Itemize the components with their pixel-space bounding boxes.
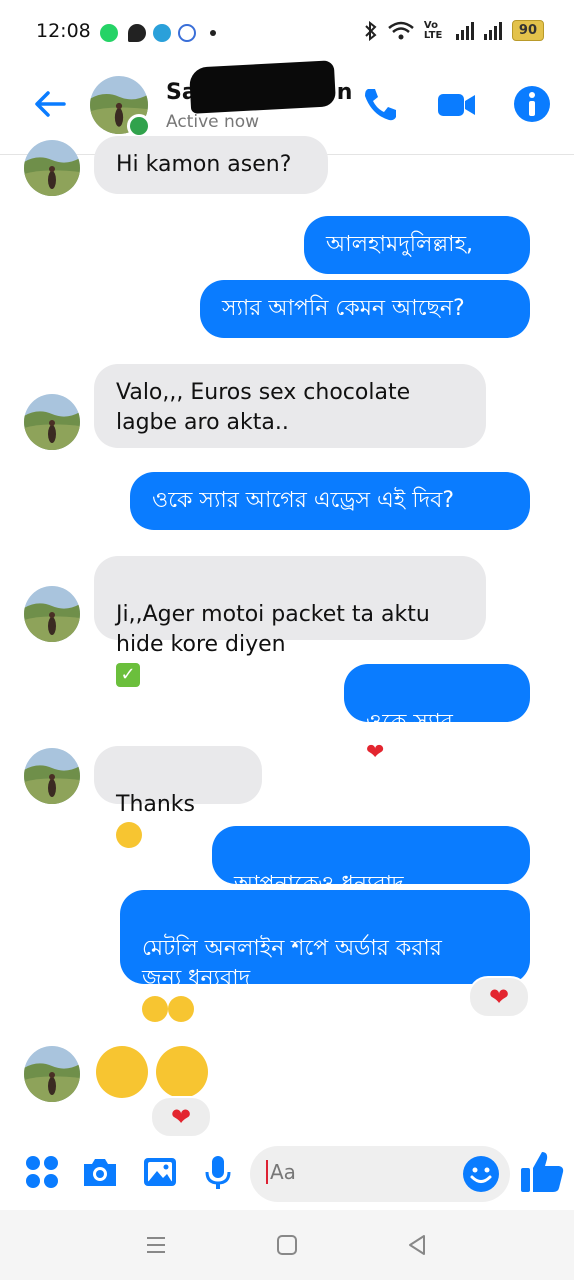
- message-outgoing[interactable]: আলহামদুলিল্লাহ,: [304, 216, 530, 274]
- heart-reaction[interactable]: ❤: [468, 976, 530, 1018]
- message-input-placeholder: Aa: [266, 1160, 296, 1184]
- message-incoming[interactable]: Hi kamon asen?: [94, 136, 328, 194]
- message-text: Ji,,Ager motoi packet ta aktu hide kore …: [116, 602, 430, 657]
- messenger-status-icon: [178, 24, 196, 42]
- smiling-emoji-icon: [156, 1046, 208, 1098]
- message-outgoing[interactable]: আপনাকেও ধন্যবাদ ❤❤: [212, 826, 530, 927]
- wifi-icon: [388, 21, 414, 39]
- active-status: Active now: [166, 112, 260, 132]
- video-call-icon[interactable]: [436, 84, 476, 124]
- status-time: 12:08: [36, 20, 91, 42]
- telegram-icon: [153, 24, 171, 42]
- message-outgoing[interactable]: স্যার আপনি কেমন আছেন?: [200, 280, 530, 338]
- microphone-icon[interactable]: [198, 1152, 238, 1192]
- smiling-hearts-emoji-icon: [142, 996, 168, 1022]
- red-heart-emoji-icon: ❤: [366, 740, 385, 765]
- home-icon[interactable]: [274, 1232, 300, 1258]
- sender-avatar: [24, 1046, 80, 1102]
- camera-icon[interactable]: [80, 1152, 120, 1192]
- message-text: Thanks: [116, 792, 196, 817]
- smiling-emoji-icon: [96, 1046, 148, 1098]
- message-outgoing[interactable]: মেটলি অনলাইন শপে অর্ডার করার জন্য ধন্যবা…: [120, 890, 530, 1022]
- message-text: মেটলি অনলাইন শপে অর্ডার করার জন্য ধন্যবা…: [142, 936, 442, 991]
- smiling-emoji-icon: [116, 822, 142, 848]
- back-nav-icon[interactable]: [404, 1232, 430, 1258]
- system-nav-bar: [0, 1210, 574, 1280]
- bluetooth-icon: [365, 20, 377, 41]
- online-indicator: [127, 114, 151, 138]
- message-incoming[interactable]: Ji,,Ager motoi packet ta aktu hide kore …: [94, 556, 486, 687]
- message-outgoing[interactable]: ওকে স্যার ❤: [344, 664, 530, 765]
- smiling-hearts-emoji-icon: [168, 996, 194, 1022]
- heart-reaction[interactable]: ❤: [150, 1096, 212, 1138]
- sender-avatar: [24, 394, 80, 450]
- message-input[interactable]: Aa: [250, 1146, 510, 1202]
- checkmark-emoji-icon: ✓: [116, 663, 140, 687]
- battery-indicator: 90: [511, 20, 544, 41]
- sender-avatar: [24, 140, 80, 196]
- name-redaction: [188, 60, 337, 114]
- info-icon[interactable]: [512, 84, 552, 124]
- message-incoming[interactable]: Thanks: [94, 746, 262, 848]
- sender-avatar: [24, 586, 80, 642]
- whatsapp-icon: [100, 24, 118, 42]
- signal-2-icon: [483, 21, 502, 40]
- signal-1-icon: [455, 21, 474, 40]
- message-text: ওকে স্যার: [366, 710, 453, 735]
- sender-avatar: [24, 748, 80, 804]
- apps-grid-icon[interactable]: [22, 1152, 62, 1192]
- message-incoming[interactable]: Valo,,, Euros sex chocolate lagbe aro ak…: [94, 364, 486, 448]
- message-outgoing[interactable]: ওকে স্যার আগের এড্রেস এই দিব?: [130, 472, 530, 530]
- gallery-icon[interactable]: [140, 1152, 180, 1192]
- emoji-picker-icon[interactable]: [462, 1155, 500, 1193]
- phone-call-icon[interactable]: [360, 84, 400, 124]
- thumbs-up-icon[interactable]: [518, 1148, 566, 1196]
- volte-icon: Vo LTE: [423, 19, 443, 41]
- status-bar: 12:08 Vo LTE 90: [0, 0, 574, 64]
- more-notifications-dot: [210, 30, 216, 36]
- chat-icon: [128, 24, 146, 42]
- message-composer: Aa: [0, 1140, 574, 1210]
- recent-apps-icon[interactable]: [143, 1232, 169, 1258]
- emoji-message[interactable]: [96, 1046, 212, 1098]
- back-arrow-icon[interactable]: [30, 84, 70, 124]
